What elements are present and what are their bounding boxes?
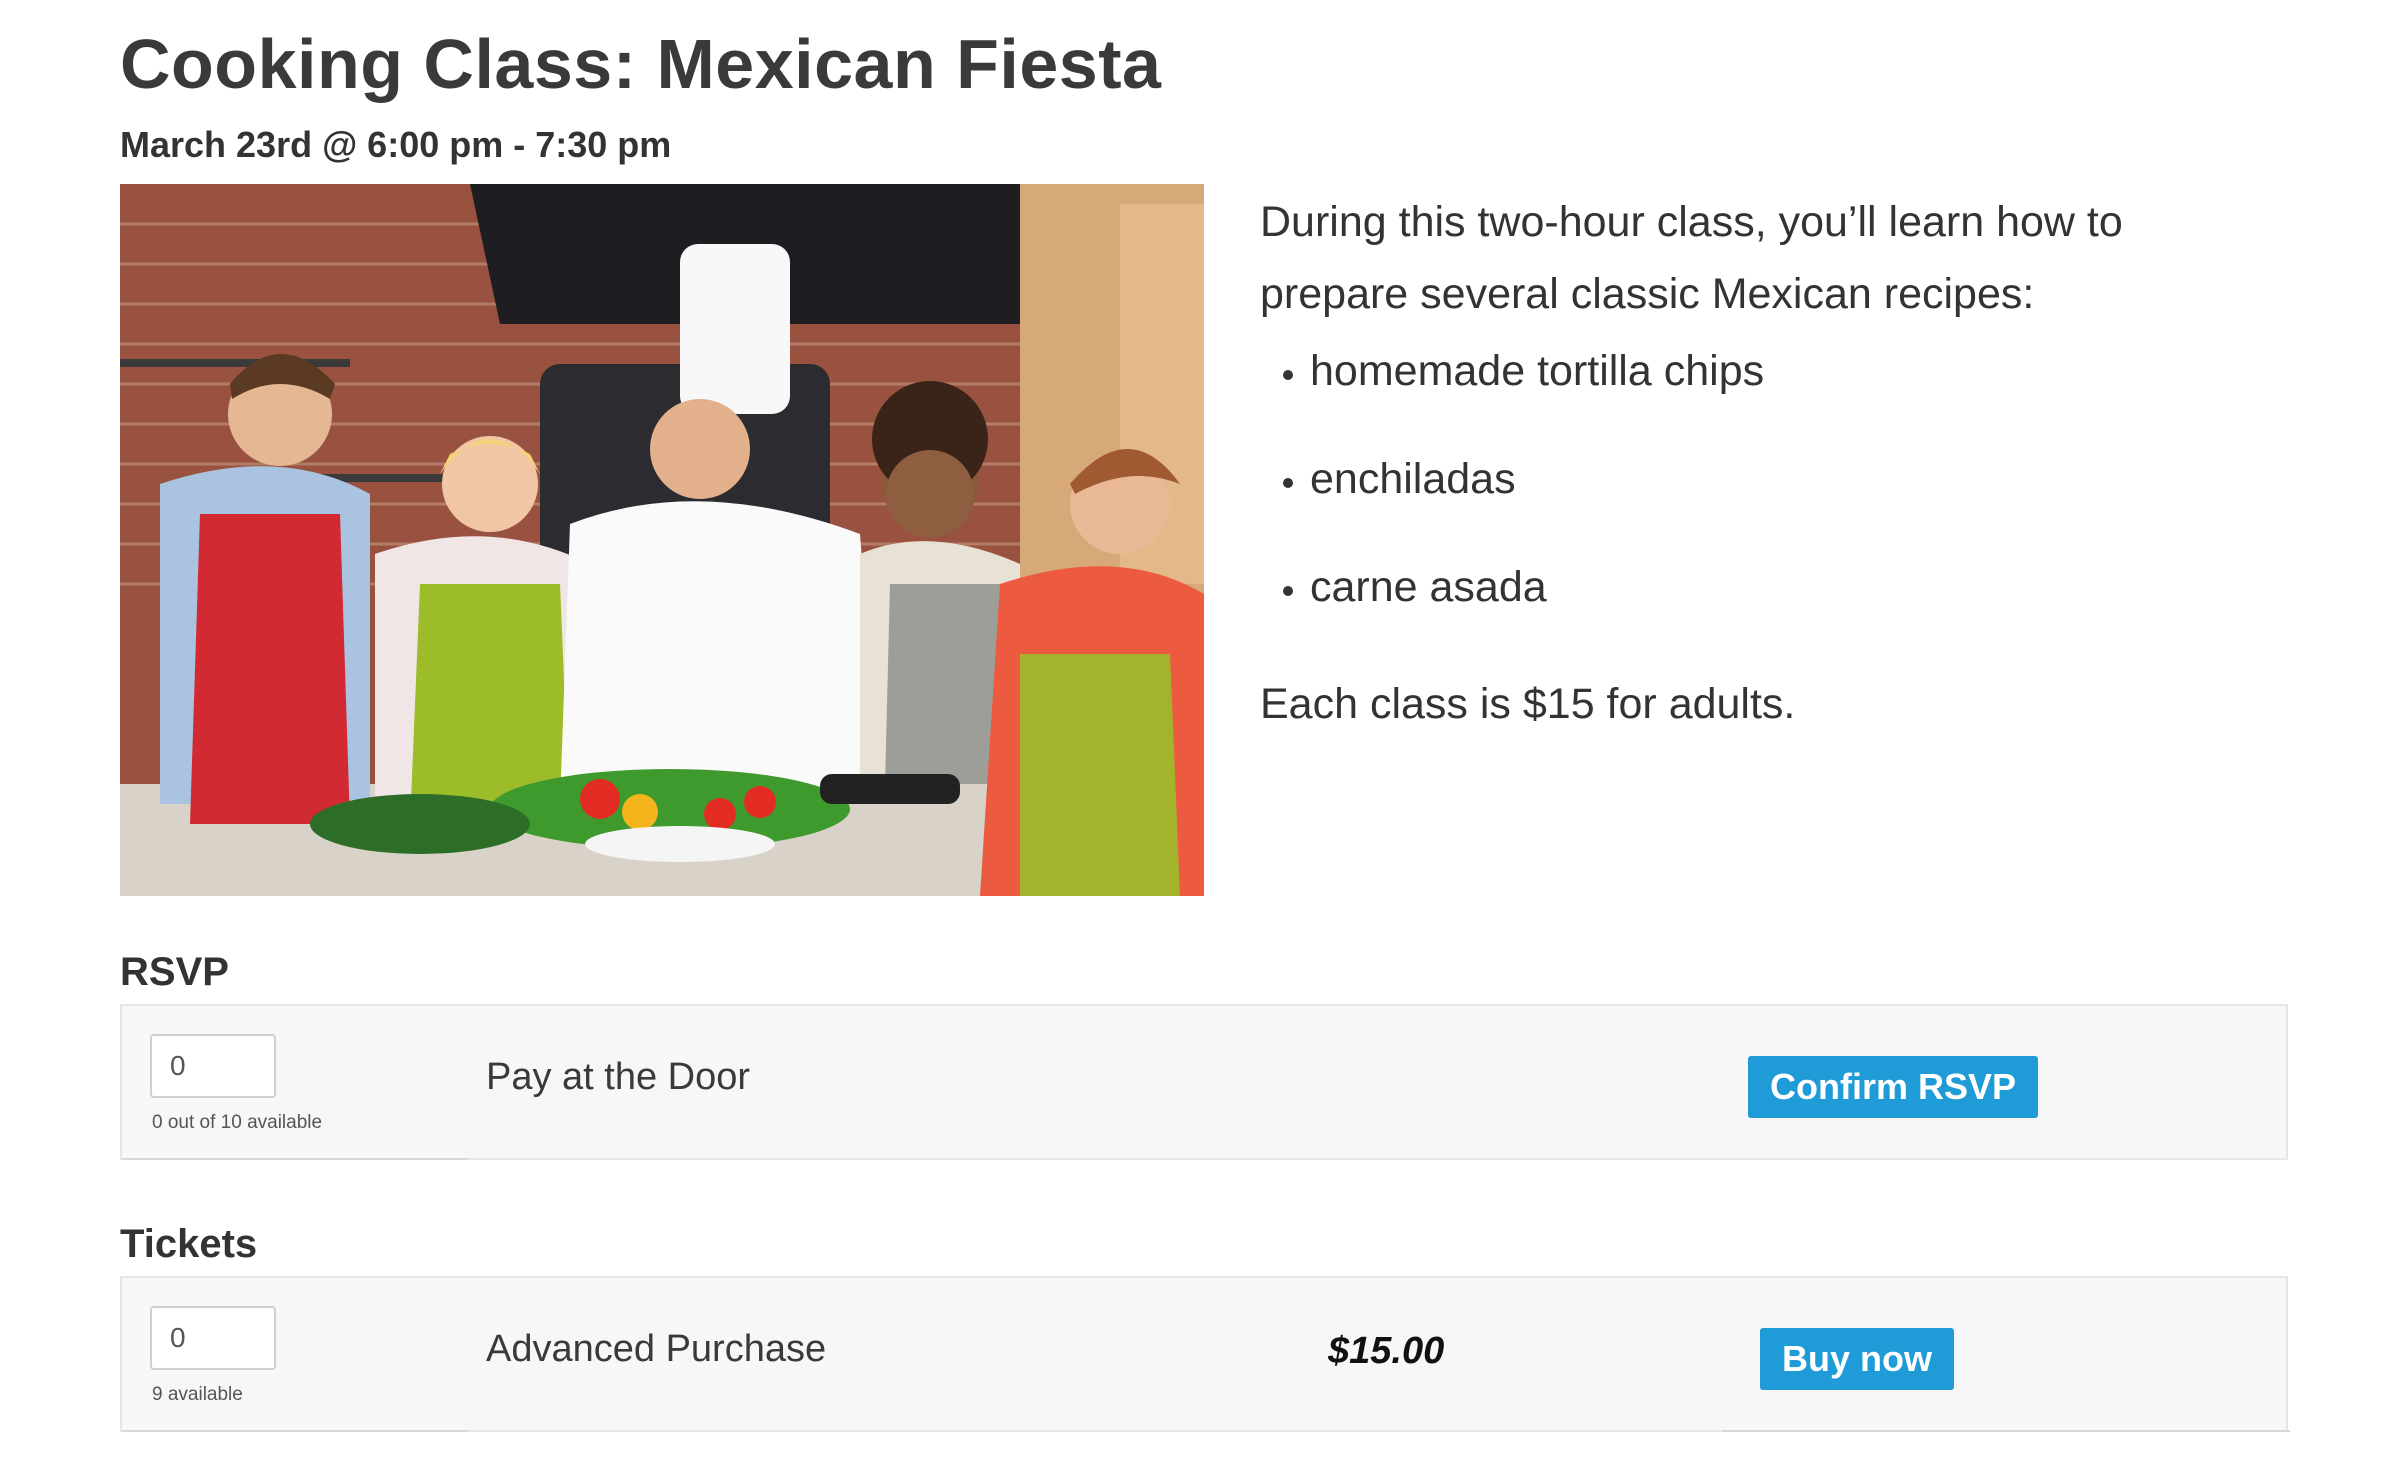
ticket-availability: 9 available — [152, 1384, 243, 1405]
tickets-heading: Tickets — [120, 1222, 258, 1266]
rsvp-quantity-input[interactable] — [150, 1034, 276, 1098]
confirm-rsvp-button[interactable]: Confirm RSVP — [1748, 1056, 2039, 1118]
event-photo — [120, 184, 1204, 896]
ticket-name: Advanced Purchase — [486, 1328, 827, 1370]
rsvp-ticket-name: Pay at the Door — [486, 1056, 751, 1098]
recipe-item: homemade tortilla chips — [1310, 344, 2220, 398]
row-divider — [1722, 1430, 2290, 1432]
recipe-list: homemade tortilla chips enchiladas carne… — [1260, 344, 2220, 614]
buy-now-button[interactable]: Buy now — [1760, 1328, 1954, 1390]
ticket-price: $15.00 — [1328, 1330, 1445, 1372]
price-note: Each class is $15 for adults. — [1260, 680, 1796, 728]
description-intro: During this two-hour class, you’ll learn… — [1260, 198, 2123, 318]
recipe-item: carne asada — [1310, 560, 2220, 614]
row-divider — [122, 1430, 468, 1432]
rsvp-heading: RSVP — [120, 950, 229, 994]
recipe-item: enchiladas — [1310, 452, 2220, 506]
rsvp-row: 0 out of 10 available Pay at the Door Co… — [120, 1004, 2288, 1160]
rsvp-availability: 0 out of 10 available — [152, 1112, 323, 1133]
ticket-row: 9 available Advanced Purchase $15.00 Buy… — [120, 1276, 2290, 1432]
event-description: During this two-hour class, you’ll learn… — [1260, 186, 2220, 740]
page-title: Cooking Class: Mexican Fiesta — [120, 25, 1162, 103]
ticket-quantity-input[interactable] — [150, 1306, 276, 1370]
rsvp-quantity-cell: 0 out of 10 available — [122, 1006, 468, 1158]
row-divider — [122, 1158, 468, 1160]
event-datetime: March 23rd @ 6:00 pm - 7:30 pm — [120, 124, 672, 165]
ticket-quantity-cell: 9 available — [122, 1278, 468, 1430]
